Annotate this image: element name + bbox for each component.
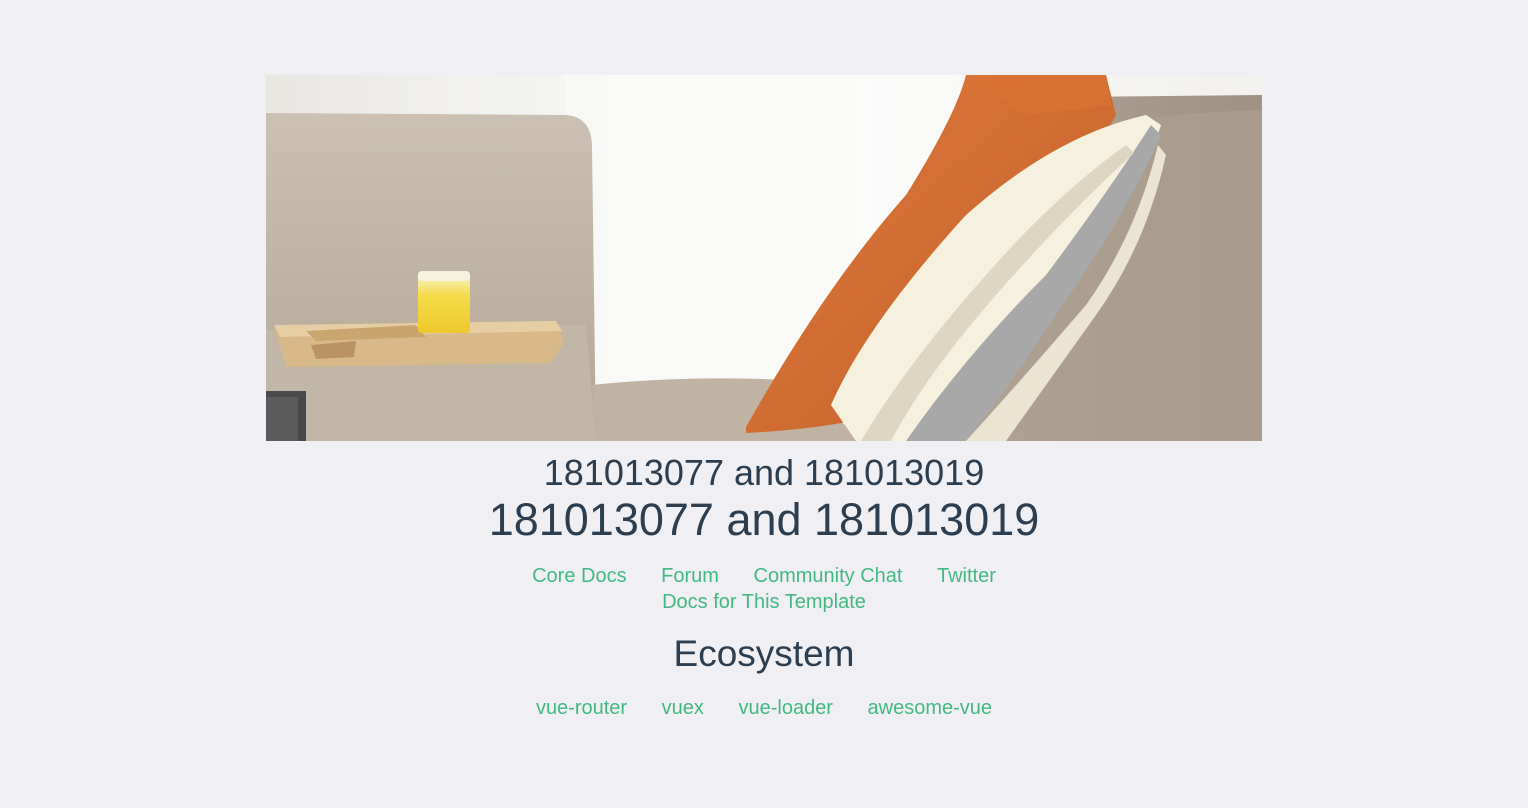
link-vue-loader[interactable]: vue-loader	[738, 697, 833, 719]
link-awesome-vue[interactable]: awesome-vue	[868, 697, 993, 719]
hero-image	[266, 75, 1262, 441]
heading-small: 181013077 and 181013019	[543, 452, 985, 493]
essential-links-row-2: Docs for This Template	[0, 589, 1528, 615]
heading-large: 181013077 and 181013019	[488, 494, 1040, 545]
essential-links-row: Core Docs Forum Community Chat Twitter	[0, 563, 1528, 589]
link-vue-router[interactable]: vue-router	[536, 697, 627, 719]
link-community-chat[interactable]: Community Chat	[754, 565, 903, 587]
link-forum[interactable]: Forum	[661, 565, 719, 587]
link-docs-for-this-template[interactable]: Docs for This Template	[662, 591, 866, 613]
link-core-docs[interactable]: Core Docs	[532, 565, 626, 587]
link-vuex[interactable]: vuex	[662, 697, 704, 719]
ecosystem-title: Ecosystem	[673, 633, 855, 674]
sofa-photo-illustration	[266, 75, 1262, 441]
ecosystem-links-row: vue-router vuex vue-loader awesome-vue	[0, 695, 1528, 721]
app-root: 181013077 and 181013019 181013077 and 18…	[0, 0, 1528, 808]
link-twitter[interactable]: Twitter	[937, 565, 996, 587]
